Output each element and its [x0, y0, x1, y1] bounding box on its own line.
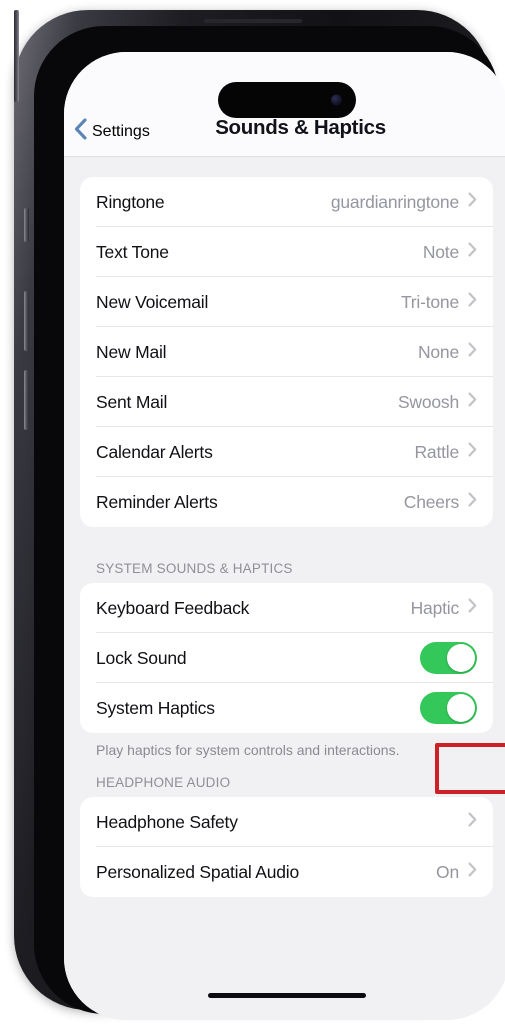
system-sounds-section-footer: Play haptics for system controls and int… — [96, 742, 400, 758]
settings-app: Settings Sounds & Haptics Ringtone guard… — [64, 52, 505, 1020]
toggle-knob — [447, 694, 475, 722]
phone-frame: Settings Sounds & Haptics Ringtone guard… — [14, 10, 505, 1020]
row-personalized-spatial-audio[interactable]: Personalized Spatial Audio On — [80, 847, 493, 897]
row-value: guardianringtone — [330, 191, 459, 212]
row-label: Personalized Spatial Audio — [96, 861, 299, 882]
row-value: Swoosh — [397, 391, 459, 412]
row-system-haptics[interactable]: System Haptics — [80, 683, 493, 733]
row-label: New Voicemail — [96, 291, 209, 312]
headphone-audio-group: Headphone Safety Personalized Spatial Au… — [80, 797, 493, 898]
phone-bezel: Settings Sounds & Haptics Ringtone guard… — [34, 26, 505, 1020]
system-haptics-toggle[interactable] — [420, 692, 477, 724]
chevron-right-icon — [468, 598, 477, 618]
row-label: Text Tone — [96, 241, 169, 262]
row-lock-sound[interactable]: Lock Sound — [80, 633, 493, 683]
volume-up-button[interactable] — [24, 291, 29, 351]
chevron-right-icon — [468, 392, 477, 412]
row-value: Tri-tone — [400, 291, 459, 312]
tones-group: Ringtone guardianringtone Text Tone Note — [80, 177, 493, 527]
row-label: Sent Mail — [96, 391, 168, 412]
page-title: Sounds & Haptics — [215, 116, 386, 139]
row-value: Note — [422, 241, 459, 262]
row-value: None — [417, 341, 459, 362]
row-value: Cheers — [403, 491, 459, 512]
row-value: Rattle — [414, 441, 459, 462]
row-new-voicemail[interactable]: New Voicemail Tri-tone — [80, 277, 493, 327]
headphone-audio-section-header: HEADPHONE AUDIO — [96, 775, 231, 791]
home-indicator[interactable] — [207, 993, 366, 998]
settings-scroll-view[interactable]: Ringtone guardianringtone Text Tone Note — [64, 157, 505, 1020]
chevron-right-icon — [468, 342, 477, 362]
earpiece-speaker — [203, 19, 302, 23]
power-button[interactable] — [14, 10, 19, 102]
chevron-right-icon — [468, 442, 477, 462]
row-keyboard-feedback[interactable]: Keyboard Feedback Haptic — [80, 583, 493, 633]
row-label: Reminder Alerts — [96, 491, 218, 512]
row-reminder-alerts[interactable]: Reminder Alerts Cheers — [80, 477, 493, 527]
dynamic-island[interactable] — [217, 82, 356, 118]
chevron-right-icon — [468, 192, 477, 212]
row-label: Ringtone — [96, 191, 165, 212]
chevron-right-icon — [468, 862, 477, 882]
row-label: New Mail — [96, 341, 167, 362]
row-calendar-alerts[interactable]: Calendar Alerts Rattle — [80, 427, 493, 477]
chevron-right-icon — [468, 292, 477, 312]
row-label: Calendar Alerts — [96, 441, 213, 462]
row-ringtone[interactable]: Ringtone guardianringtone — [80, 177, 493, 227]
lock-sound-toggle[interactable] — [420, 642, 477, 674]
chevron-right-icon — [468, 242, 477, 262]
phone-screen: Settings Sounds & Haptics Ringtone guard… — [64, 52, 505, 1020]
system-sounds-section-header: SYSTEM SOUNDS & HAPTICS — [96, 561, 293, 576]
toggle-knob — [447, 644, 475, 672]
system-sounds-group: Keyboard Feedback Haptic Lock Sound Syst… — [80, 583, 493, 733]
mute-switch-button[interactable] — [24, 208, 29, 242]
chevron-right-icon — [468, 492, 477, 512]
row-sent-mail[interactable]: Sent Mail Swoosh — [80, 377, 493, 427]
row-text-tone[interactable]: Text Tone Note — [80, 227, 493, 277]
row-headphone-safety[interactable]: Headphone Safety — [80, 797, 493, 848]
chevron-right-icon — [468, 812, 477, 832]
row-label: Headphone Safety — [96, 811, 238, 832]
row-value: Haptic — [410, 597, 460, 618]
row-label: Keyboard Feedback — [96, 597, 250, 618]
volume-down-button[interactable] — [24, 370, 29, 430]
row-label: Lock Sound — [96, 647, 187, 668]
row-label: System Haptics — [96, 697, 215, 718]
row-new-mail[interactable]: New Mail None — [80, 327, 493, 377]
row-value: On — [436, 861, 459, 882]
front-camera-icon — [330, 94, 342, 106]
